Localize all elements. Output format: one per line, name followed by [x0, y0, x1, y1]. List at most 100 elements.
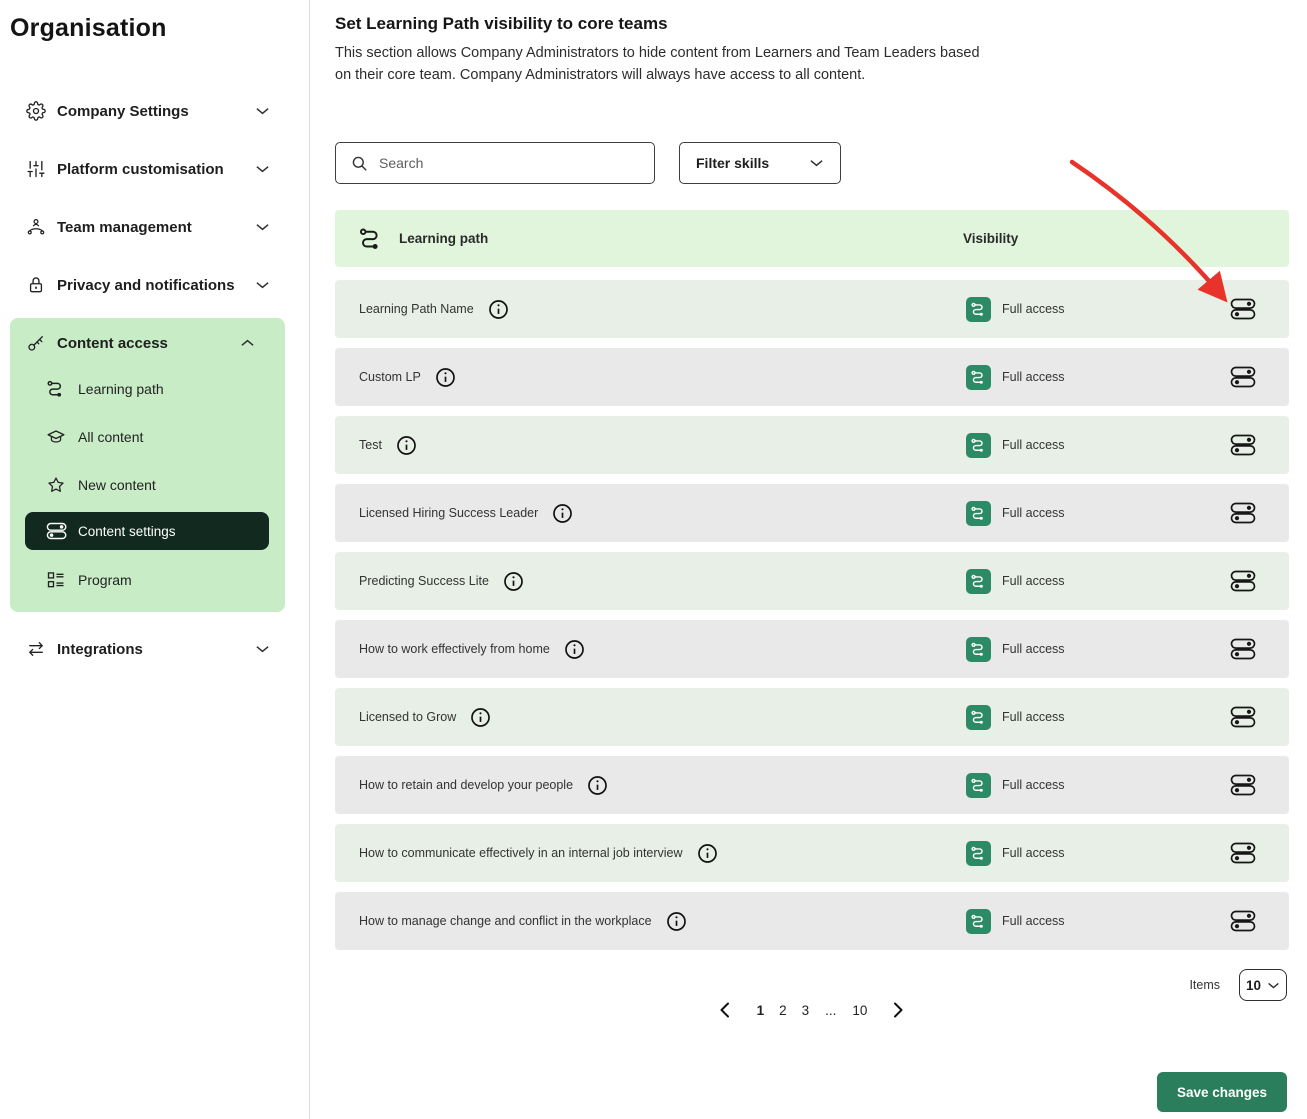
page-number[interactable]: 10 — [849, 1003, 870, 1018]
visibility-value: Full access — [1002, 710, 1065, 724]
table-row: Predicting Success Lite Full access — [335, 552, 1289, 610]
info-icon[interactable] — [435, 367, 456, 388]
sidebar-item-label: Team management — [57, 219, 192, 236]
filter-skills-dropdown[interactable]: Filter skills — [679, 142, 841, 184]
visibility-settings-icon[interactable] — [1230, 909, 1256, 933]
chevron-down-icon — [1267, 981, 1280, 990]
items-per-page-select[interactable]: 10 — [1239, 969, 1287, 1001]
graduation-cap-icon — [46, 427, 66, 447]
sidebar-item-integrations[interactable]: Integrations — [0, 635, 310, 663]
sidebar-item-learning-path[interactable]: Learning path — [10, 374, 285, 404]
section-heading: Set Learning Path visibility to core tea… — [335, 14, 668, 34]
page-title: Organisation — [10, 14, 167, 43]
chevron-down-icon — [255, 644, 270, 654]
sidebar-item-label: Platform customisation — [57, 161, 224, 178]
sidebar-item-privacy-notifications[interactable]: Privacy and notifications — [0, 271, 310, 299]
page-number[interactable]: 3 — [799, 1003, 813, 1018]
table-row: How to communicate effectively in an int… — [335, 824, 1289, 882]
column-header-visibility: Visibility — [963, 210, 1018, 267]
learning-path-badge-icon — [966, 297, 991, 322]
learning-path-badge-icon — [966, 569, 991, 594]
sidebar-item-program[interactable]: Program — [10, 565, 285, 595]
visibility-settings-icon[interactable] — [1230, 501, 1256, 525]
info-icon[interactable] — [564, 639, 585, 660]
info-icon[interactable] — [587, 775, 608, 796]
key-icon — [26, 333, 46, 353]
chevron-down-icon — [255, 280, 270, 290]
sidebar-item-content-settings[interactable]: Content settings — [25, 512, 269, 550]
star-icon — [46, 475, 66, 495]
visibility-settings-icon[interactable] — [1230, 705, 1256, 729]
chevron-down-icon — [255, 106, 270, 116]
page-number[interactable]: 2 — [776, 1003, 790, 1018]
visibility-value: Full access — [1002, 574, 1065, 588]
sidebar-item-all-content[interactable]: All content — [10, 422, 285, 452]
page-number[interactable]: 1 — [754, 1003, 768, 1018]
main-content: Set Learning Path visibility to core tea… — [335, 0, 1289, 1119]
visibility-settings-icon[interactable] — [1230, 297, 1256, 321]
visibility-settings-icon[interactable] — [1230, 841, 1256, 865]
learning-path-badge-icon — [966, 773, 991, 798]
sidebar-item-company-settings[interactable]: Company Settings — [0, 97, 310, 125]
search-input-container — [335, 142, 655, 184]
search-input[interactable] — [379, 155, 642, 171]
gear-icon — [26, 101, 46, 121]
table-row: Test Full access — [335, 416, 1289, 474]
info-icon[interactable] — [503, 571, 524, 592]
table-row: How to manage change and conflict in the… — [335, 892, 1289, 950]
learning-path-name: How to manage change and conflict in the… — [359, 914, 652, 928]
visibility-value: Full access — [1002, 506, 1065, 520]
pagination: 1 2 3 ... 10 — [335, 997, 1289, 1023]
info-icon[interactable] — [552, 503, 573, 524]
info-icon[interactable] — [697, 843, 718, 864]
visibility-settings-icon[interactable] — [1230, 773, 1256, 797]
learning-path-badge-icon — [966, 501, 991, 526]
items-per-page-value: 10 — [1246, 978, 1261, 993]
sidebar-item-platform-customisation[interactable]: Platform customisation — [0, 155, 310, 183]
visibility-settings-icon[interactable] — [1230, 433, 1256, 457]
learning-path-badge-icon — [966, 705, 991, 730]
sidebar-item-label: Company Settings — [57, 103, 189, 120]
table-row: Licensed Hiring Success Leader Full acce… — [335, 484, 1289, 542]
filter-skills-label: Filter skills — [696, 155, 769, 171]
visibility-value: Full access — [1002, 914, 1065, 928]
learning-path-badge-icon — [966, 841, 991, 866]
visibility-value: Full access — [1002, 778, 1065, 792]
learning-path-name: Predicting Success Lite — [359, 574, 489, 588]
sidebar-item-team-management[interactable]: Team management — [0, 213, 310, 241]
learning-path-table: Learning Path Name Full access — [335, 270, 1289, 950]
search-icon — [350, 154, 369, 173]
learning-path-name: Test — [359, 438, 382, 452]
visibility-value: Full access — [1002, 302, 1065, 316]
sidebar-item-label: Privacy and notifications — [57, 277, 235, 294]
visibility-value: Full access — [1002, 438, 1065, 452]
sidebar-item-label: New content — [78, 477, 156, 493]
visibility-settings-icon[interactable] — [1230, 569, 1256, 593]
next-page-icon[interactable] — [893, 1002, 905, 1018]
visibility-settings-icon[interactable] — [1230, 637, 1256, 661]
sidebar-item-new-content[interactable]: New content — [10, 470, 285, 500]
learning-path-name: Learning Path Name — [359, 302, 474, 316]
table-row: Custom LP Full access — [335, 348, 1289, 406]
chevron-down-icon — [809, 158, 824, 168]
sidebar-item-label: Learning path — [78, 381, 164, 397]
sidebar-item-content-access[interactable]: Content access — [10, 329, 285, 357]
visibility-settings-icon[interactable] — [1230, 365, 1256, 389]
save-changes-button[interactable]: Save changes — [1157, 1072, 1287, 1112]
lock-icon — [26, 275, 46, 295]
table-row: How to retain and develop your people Fu… — [335, 756, 1289, 814]
route-icon — [46, 379, 66, 399]
learning-path-badge-icon — [966, 365, 991, 390]
learning-path-name: Licensed Hiring Success Leader — [359, 506, 538, 520]
pagination-ellipsis: ... — [821, 1003, 840, 1018]
table-row: Learning Path Name Full access — [335, 280, 1289, 338]
info-icon[interactable] — [396, 435, 417, 456]
previous-page-icon[interactable] — [719, 1002, 731, 1018]
info-icon[interactable] — [666, 911, 687, 932]
info-icon[interactable] — [488, 299, 509, 320]
items-label: Items — [1189, 978, 1220, 992]
learning-path-name: How to communicate effectively in an int… — [359, 846, 683, 860]
content-access-group: Content access Learning path All content — [10, 318, 285, 612]
info-icon[interactable] — [470, 707, 491, 728]
sidebar-item-label: Integrations — [57, 641, 143, 658]
